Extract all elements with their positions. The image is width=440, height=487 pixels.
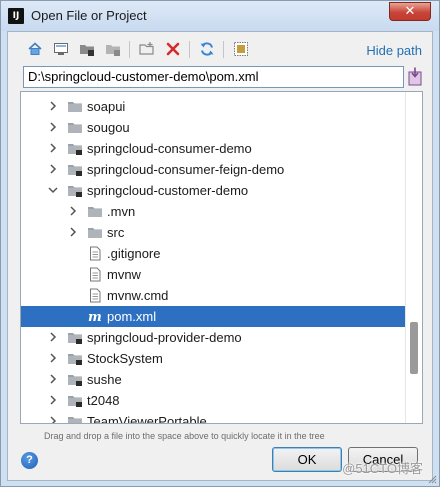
refresh-icon[interactable] — [199, 41, 215, 57]
chevron-right-icon[interactable] — [47, 352, 59, 364]
drag-drop-hint: Drag and drop a file into the space abov… — [44, 431, 325, 441]
module-folder-icon — [68, 396, 82, 407]
close-button[interactable]: ✕ — [389, 2, 431, 21]
scrollbar-thumb[interactable] — [410, 322, 418, 374]
delete-icon[interactable] — [165, 41, 181, 57]
tree-row-label: pom.xml — [107, 309, 157, 324]
chevron-right-icon[interactable] — [67, 205, 79, 217]
tree-row[interactable]: m pom.xml — [21, 306, 406, 327]
module-folder-icon — [68, 144, 82, 155]
tree-row[interactable]: .mvn — [21, 201, 406, 222]
intellij-app-icon: IJ — [8, 8, 24, 24]
tree-row[interactable]: TeamViewerPortable — [21, 411, 406, 424]
folder-icon — [68, 102, 82, 112]
module-icon[interactable] — [105, 41, 121, 57]
tree-row-label: .gitignore — [107, 246, 161, 261]
tree-row-label: soapui — [87, 99, 126, 114]
tree-row-label: springcloud-customer-demo — [87, 183, 249, 198]
tree-row-label: t2048 — [87, 393, 120, 408]
folder-icon — [88, 228, 102, 238]
tree-row-label: src — [107, 225, 125, 240]
text-file-icon — [90, 246, 101, 261]
hide-path-link[interactable]: Hide path — [366, 43, 422, 58]
ok-button[interactable]: OK — [272, 447, 342, 472]
help-button[interactable]: ? — [21, 452, 38, 469]
tree-row-label: springcloud-consumer-demo — [87, 141, 252, 156]
tree-row[interactable]: soapui — [21, 96, 406, 117]
text-file-icon — [90, 267, 101, 282]
tree-row-label: springcloud-consumer-feign-demo — [87, 162, 285, 177]
project-icon[interactable] — [79, 41, 95, 57]
title-bar[interactable]: IJ Open File or Project ✕ — [1, 1, 439, 31]
folder-icon — [88, 207, 102, 217]
tree-row-label: sougou — [87, 120, 130, 135]
dialog-body: Hide path D:\springcloud-customer-demo\p… — [7, 31, 433, 481]
chevron-right-icon[interactable] — [47, 142, 59, 154]
tree-scrollbar[interactable] — [405, 92, 422, 423]
tree-row[interactable]: mvnw — [21, 264, 406, 285]
toolbar-separator — [129, 41, 130, 58]
tree-row[interactable]: springcloud-consumer-demo — [21, 138, 406, 159]
resize-grip-icon[interactable] — [427, 474, 437, 484]
tree-row[interactable]: sushe — [21, 369, 406, 390]
chevron-right-icon[interactable] — [47, 163, 59, 175]
open-file-dialog: IJ Open File or Project ✕ Hide path D:\s… — [0, 0, 440, 487]
module-folder-icon — [68, 375, 82, 386]
module-folder-icon — [68, 186, 82, 197]
tree-row[interactable]: springcloud-consumer-feign-demo — [21, 159, 406, 180]
tree-row-label: sushe — [87, 372, 122, 387]
tree-row[interactable]: src — [21, 222, 406, 243]
path-field[interactable]: D:\springcloud-customer-demo\pom.xml — [23, 66, 404, 88]
show-hidden-icon[interactable] — [233, 41, 249, 57]
chevron-right-icon[interactable] — [67, 226, 79, 238]
toolbar-separator — [189, 41, 190, 58]
maven-file-icon: m — [88, 310, 102, 324]
tree-row-label: StockSystem — [87, 351, 163, 366]
chevron-right-icon[interactable] — [47, 331, 59, 343]
module-folder-icon — [68, 165, 82, 176]
chevron-right-icon[interactable] — [47, 415, 59, 424]
window-title: Open File or Project — [31, 8, 147, 23]
module-folder-icon — [68, 333, 82, 344]
watermark: @51CTO博客 — [342, 461, 423, 476]
chevron-right-icon[interactable] — [47, 373, 59, 385]
tree-row[interactable]: sougou — [21, 117, 406, 138]
path-history-icon[interactable] — [407, 67, 423, 87]
tree-row[interactable]: StockSystem — [21, 348, 406, 369]
tree-row-label: .mvn — [107, 204, 136, 219]
module-folder-icon — [68, 354, 82, 365]
tree-row[interactable]: mvnw.cmd — [21, 285, 406, 306]
folder-icon — [68, 123, 82, 133]
tree-row-label: springcloud-provider-demo — [87, 330, 242, 345]
chevron-right-icon[interactable] — [47, 100, 59, 112]
tree-row[interactable]: springcloud-customer-demo — [21, 180, 406, 201]
toolbar: Hide path — [8, 32, 432, 66]
chevron-down-icon[interactable] — [47, 184, 59, 196]
tree-row[interactable]: .gitignore — [21, 243, 406, 264]
chevron-right-icon[interactable] — [47, 394, 59, 406]
chevron-right-icon[interactable] — [47, 121, 59, 133]
home-icon[interactable] — [27, 41, 43, 57]
text-file-icon — [90, 288, 101, 303]
path-row: D:\springcloud-customer-demo\pom.xml — [23, 66, 423, 88]
tree-row-label: mvnw — [107, 267, 141, 282]
tree-row-label: mvnw.cmd — [107, 288, 169, 303]
tree-row[interactable]: t2048 — [21, 390, 406, 411]
tree-row[interactable]: springcloud-provider-demo — [21, 327, 406, 348]
tree-row-label: TeamViewerPortable — [87, 414, 207, 424]
desktop-icon[interactable] — [53, 41, 69, 57]
file-tree[interactable]: soapui sougou springcloud-consumer-demo spr… — [20, 91, 423, 424]
folder-icon — [68, 417, 82, 423]
svg-text:m: m — [88, 310, 102, 324]
toolbar-separator — [223, 41, 224, 58]
new-folder-icon[interactable] — [139, 41, 155, 57]
